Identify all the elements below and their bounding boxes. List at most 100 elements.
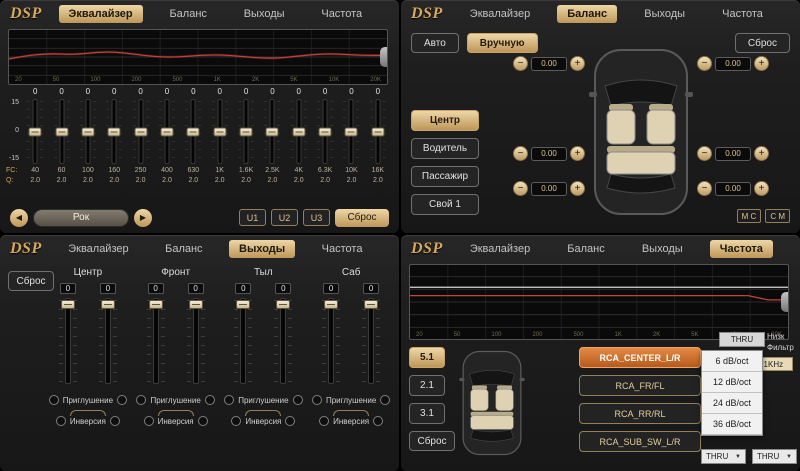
output-slider-track[interactable]: [187, 296, 205, 386]
tab-outputs[interactable]: Выходы: [634, 5, 695, 23]
invert-left-checkbox[interactable]: [144, 416, 154, 426]
eq-band-slider-handle[interactable]: [371, 127, 384, 136]
eq-band-slider-handle[interactable]: [134, 127, 147, 136]
balance-preset-button[interactable]: Свой 1: [411, 194, 479, 215]
frequency-reset-button[interactable]: Сброс: [409, 431, 455, 451]
eq-preset-button[interactable]: Рок: [33, 209, 129, 227]
eq-band-slider-handle[interactable]: [292, 127, 305, 136]
mute-left-checkbox[interactable]: [312, 395, 322, 405]
eq-band-slider[interactable]: [291, 98, 307, 165]
eq-band-slider[interactable]: [264, 98, 280, 165]
output-slider-track[interactable]: [59, 296, 77, 386]
invert-left-checkbox[interactable]: [231, 416, 241, 426]
invert-right-checkbox[interactable]: [198, 416, 208, 426]
eq-band-slider[interactable]: [212, 98, 228, 165]
eq-band-slider[interactable]: [159, 98, 175, 165]
balance-preset-button[interactable]: Центр: [411, 110, 479, 131]
eq-band-slider-handle[interactable]: [213, 127, 226, 136]
eq-band-slider-handle[interactable]: [187, 127, 200, 136]
eq-band-slider-handle[interactable]: [55, 127, 68, 136]
slope-option[interactable]: 6 dB/oct: [702, 351, 762, 372]
channel-config-button[interactable]: 2.1: [409, 375, 445, 396]
slope-option[interactable]: 12 dB/oct: [702, 372, 762, 393]
memory-preset-button[interactable]: U2: [271, 209, 298, 226]
increase-button[interactable]: +: [570, 56, 585, 71]
mute-left-checkbox[interactable]: [224, 395, 234, 405]
eq-band-slider[interactable]: [54, 98, 70, 165]
channel-config-button[interactable]: 5.1: [409, 347, 445, 368]
rca-output-button[interactable]: RCA_RR/RL: [579, 403, 701, 424]
eq-band-slider-handle[interactable]: [29, 127, 42, 136]
rca-output-button[interactable]: RCA_CENTER_L/R: [579, 347, 701, 368]
tab-outputs[interactable]: Выходы: [632, 240, 693, 258]
slope-spinner[interactable]: THRU: [719, 332, 765, 347]
filter-mode-spinner[interactable]: THRU ▼: [752, 449, 797, 464]
mute-right-checkbox[interactable]: [205, 395, 215, 405]
output-slider-track[interactable]: [274, 296, 292, 386]
invert-left-checkbox[interactable]: [319, 416, 329, 426]
eq-reset-button[interactable]: Сброс: [335, 209, 389, 227]
invert-right-checkbox[interactable]: [373, 416, 383, 426]
manual-mode-button[interactable]: Вручную: [467, 33, 538, 53]
tab-equalizer[interactable]: Эквалайзер: [460, 5, 540, 23]
output-slider-track[interactable]: [234, 296, 252, 386]
mute-right-checkbox[interactable]: [117, 395, 127, 405]
preset-prev-button[interactable]: ◀: [10, 209, 28, 227]
tab-balance[interactable]: Баланс: [557, 240, 614, 258]
eq-band-slider-handle[interactable]: [160, 127, 173, 136]
invert-right-checkbox[interactable]: [110, 416, 120, 426]
decrease-button[interactable]: −: [697, 146, 712, 161]
balance-preset-button[interactable]: Водитель: [411, 138, 479, 159]
eq-band-slider-handle[interactable]: [240, 127, 253, 136]
memory-preset-button[interactable]: U3: [303, 209, 330, 226]
tab-frequency[interactable]: Частота: [312, 240, 373, 258]
mute-left-checkbox[interactable]: [136, 395, 146, 405]
eq-band-slider-handle[interactable]: [319, 127, 332, 136]
output-slider-handle[interactable]: [276, 300, 290, 309]
output-slider-track[interactable]: [362, 296, 380, 386]
filter-mode-spinner[interactable]: THRU ▼: [701, 449, 746, 464]
tab-outputs[interactable]: Выходы: [229, 240, 295, 258]
decrease-button[interactable]: −: [513, 146, 528, 161]
eq-band-slider[interactable]: [370, 98, 386, 165]
output-slider-handle[interactable]: [61, 300, 75, 309]
output-slider-handle[interactable]: [324, 300, 338, 309]
eq-band-slider[interactable]: [185, 98, 201, 165]
eq-band-slider[interactable]: [80, 98, 96, 165]
slope-option[interactable]: 36 dB/oct: [702, 414, 762, 435]
invert-left-checkbox[interactable]: [56, 416, 66, 426]
mc-button[interactable]: M C: [737, 209, 762, 223]
invert-right-checkbox[interactable]: [285, 416, 295, 426]
mute-right-checkbox[interactable]: [293, 395, 303, 405]
mute-right-checkbox[interactable]: [380, 395, 390, 405]
tab-equalizer[interactable]: Эквалайзер: [59, 5, 143, 23]
eq-band-slider[interactable]: [238, 98, 254, 165]
increase-button[interactable]: +: [570, 146, 585, 161]
decrease-button[interactable]: −: [697, 56, 712, 71]
eq-band-slider[interactable]: [317, 98, 333, 165]
eq-band-slider[interactable]: [343, 98, 359, 165]
auto-mode-button[interactable]: Авто: [411, 33, 459, 53]
eq-band-slider-handle[interactable]: [266, 127, 279, 136]
tab-equalizer[interactable]: Эквалайзер: [460, 240, 540, 258]
decrease-button[interactable]: −: [697, 181, 712, 196]
eq-band-slider[interactable]: [27, 98, 43, 165]
mute-left-checkbox[interactable]: [49, 395, 59, 405]
rca-output-button[interactable]: RCA_SUB_SW_L/R: [579, 431, 701, 452]
output-slider-track[interactable]: [99, 296, 117, 386]
increase-button[interactable]: +: [754, 56, 769, 71]
eq-band-slider-handle[interactable]: [108, 127, 121, 136]
decrease-button[interactable]: −: [513, 56, 528, 71]
tab-equalizer[interactable]: Эквалайзер: [58, 240, 138, 258]
output-slider-track[interactable]: [322, 296, 340, 386]
tab-balance[interactable]: Баланс: [557, 5, 617, 23]
preset-next-button[interactable]: ▶: [134, 209, 152, 227]
memory-preset-button[interactable]: U1: [239, 209, 266, 226]
balance-reset-button[interactable]: Сброс: [735, 33, 790, 53]
slope-option[interactable]: 24 dB/oct: [702, 393, 762, 414]
eq-band-slider[interactable]: [133, 98, 149, 165]
output-slider-handle[interactable]: [101, 300, 115, 309]
tab-outputs[interactable]: Выходы: [234, 5, 295, 23]
output-slider-handle[interactable]: [149, 300, 163, 309]
increase-button[interactable]: +: [570, 181, 585, 196]
